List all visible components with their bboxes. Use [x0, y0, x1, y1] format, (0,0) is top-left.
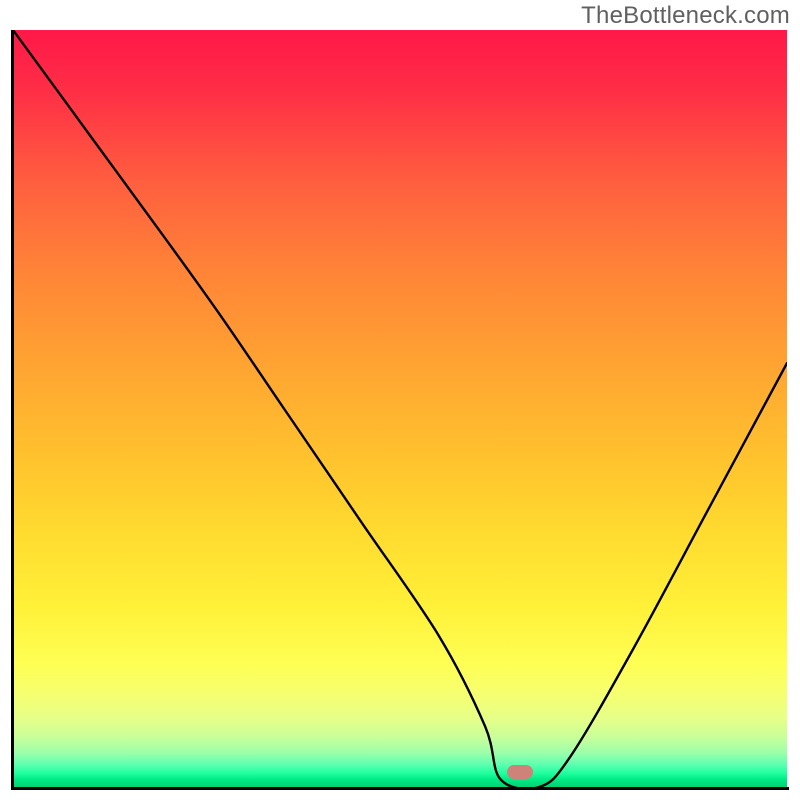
optimal-point-marker	[507, 765, 533, 779]
bottleneck-curve	[13, 30, 787, 787]
plot-area	[13, 30, 787, 787]
watermark-text: TheBottleneck.com	[581, 2, 790, 30]
axis-left	[11, 30, 14, 790]
chart-canvas: TheBottleneck.com	[0, 0, 800, 800]
curve-svg	[13, 30, 787, 787]
axis-bottom	[11, 787, 789, 790]
